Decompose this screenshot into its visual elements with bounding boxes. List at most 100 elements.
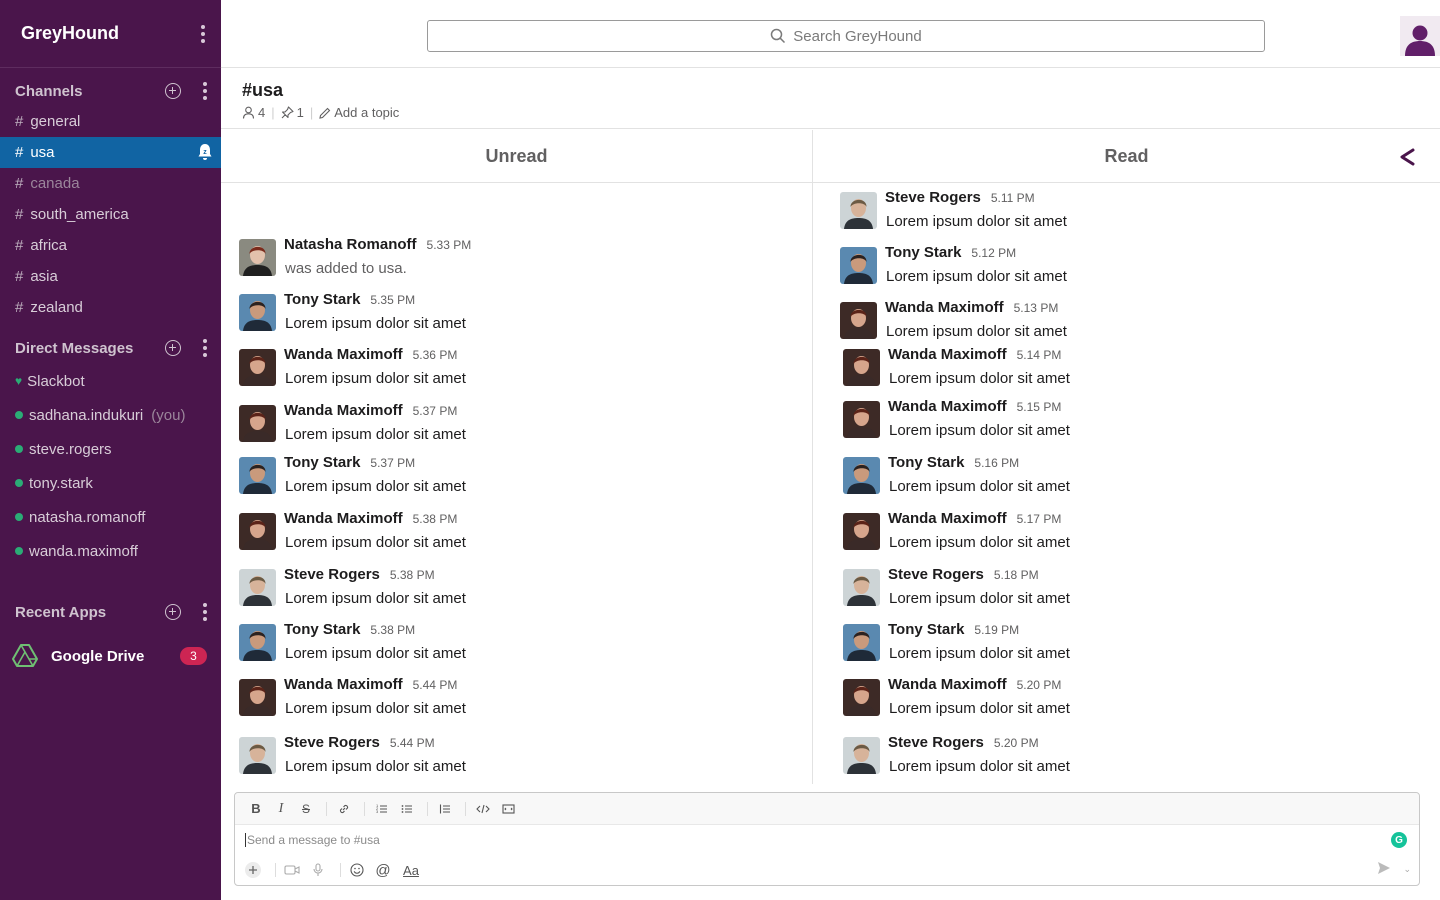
message-time[interactable]: 5.20 PM — [994, 736, 1039, 750]
text-style-icon[interactable]: Aa — [399, 860, 423, 880]
blockquote-icon[interactable] — [434, 798, 456, 820]
ordered-list-icon[interactable]: 123 — [371, 798, 393, 820]
attach-plus-icon[interactable] — [243, 860, 263, 880]
sidebar-dm-steve-rogers[interactable]: steve.rogers — [0, 432, 221, 466]
author-avatar[interactable] — [239, 405, 276, 442]
add-app-icon[interactable] — [165, 604, 181, 620]
message-time[interactable]: 5.18 PM — [994, 568, 1039, 582]
search-input[interactable]: Search GreyHound — [427, 20, 1265, 52]
message-time[interactable]: 5.15 PM — [1017, 400, 1062, 414]
message-time[interactable]: 5.17 PM — [1017, 512, 1062, 526]
send-options-chevron-icon[interactable]: ⌄ — [1403, 864, 1411, 875]
send-icon[interactable] — [1377, 861, 1391, 880]
video-icon[interactable] — [282, 860, 302, 880]
message-time[interactable]: 5.14 PM — [1017, 348, 1062, 362]
author-name[interactable]: Tony Stark — [284, 454, 360, 471]
sidebar-channel-canada[interactable]: # canada — [0, 168, 221, 199]
emoji-icon[interactable] — [347, 860, 367, 880]
message-time[interactable]: 5.38 PM — [390, 568, 435, 582]
sidebar-dm-sadhana-indukuri[interactable]: sadhana.indukuri (you) — [0, 398, 221, 432]
code-icon[interactable] — [472, 798, 494, 820]
grammarly-icon[interactable]: G — [1391, 832, 1407, 848]
recent-apps-title[interactable]: Recent Apps — [15, 604, 165, 621]
sidebar-dm-tony-stark[interactable]: tony.stark — [0, 466, 221, 500]
sidebar-channel-general[interactable]: # general — [0, 106, 221, 137]
author-name[interactable]: Tony Stark — [284, 291, 360, 308]
mention-icon[interactable]: @ — [373, 860, 393, 880]
sidebar-channel-asia[interactable]: # asia — [0, 261, 221, 292]
add-dm-icon[interactable] — [165, 340, 181, 356]
microphone-icon[interactable] — [308, 860, 328, 880]
author-avatar[interactable] — [239, 624, 276, 661]
sidebar-channel-south_america[interactable]: # south_america — [0, 199, 221, 230]
author-name[interactable]: Tony Stark — [284, 621, 360, 638]
message-time[interactable]: 5.37 PM — [370, 456, 415, 470]
author-name[interactable]: Steve Rogers — [888, 566, 984, 583]
message-time[interactable]: 5.11 PM — [991, 191, 1035, 205]
apps-menu-icon[interactable] — [199, 602, 211, 622]
author-name[interactable]: Tony Stark — [888, 621, 964, 638]
sidebar-channel-africa[interactable]: # africa — [0, 230, 221, 261]
author-avatar[interactable] — [843, 457, 880, 494]
author-name[interactable]: Natasha Romanoff — [284, 236, 417, 253]
author-name[interactable]: Wanda Maximoff — [888, 398, 1007, 415]
channels-title[interactable]: Channels — [15, 83, 165, 100]
author-name[interactable]: Steve Rogers — [284, 566, 380, 583]
author-avatar[interactable] — [843, 679, 880, 716]
strikethrough-icon[interactable]: S — [295, 798, 317, 820]
dm-menu-icon[interactable] — [199, 338, 211, 358]
author-name[interactable]: Steve Rogers — [284, 734, 380, 751]
sidebar-dm-wanda-maximoff[interactable]: wanda.maximoff — [0, 534, 221, 568]
message-time[interactable]: 5.19 PM — [974, 623, 1019, 637]
message-time[interactable]: 5.20 PM — [1017, 678, 1062, 692]
author-avatar[interactable] — [239, 737, 276, 774]
app-item-google-drive[interactable]: Google Drive 3 — [0, 636, 221, 676]
author-avatar[interactable] — [239, 349, 276, 386]
user-avatar-icon[interactable] — [1400, 16, 1440, 56]
author-avatar[interactable] — [843, 624, 880, 661]
author-avatar[interactable] — [239, 294, 276, 331]
workspace-menu-icon[interactable] — [197, 24, 209, 44]
message-time[interactable]: 5.37 PM — [413, 404, 458, 418]
code-block-icon[interactable] — [497, 798, 519, 820]
sidebar-dm-natasha-romanoff[interactable]: natasha.romanoff — [0, 500, 221, 534]
message-time[interactable]: 5.38 PM — [370, 623, 415, 637]
pin-count[interactable]: 1 — [297, 105, 304, 120]
notification-bell-icon[interactable]: z — [197, 143, 213, 161]
author-name[interactable]: Wanda Maximoff — [888, 676, 1007, 693]
italic-icon[interactable]: I — [270, 798, 292, 820]
author-name[interactable]: Wanda Maximoff — [284, 402, 403, 419]
message-time[interactable]: 5.44 PM — [413, 678, 458, 692]
member-count[interactable]: 4 — [258, 105, 265, 120]
author-name[interactable]: Wanda Maximoff — [284, 676, 403, 693]
author-avatar[interactable] — [239, 569, 276, 606]
message-time[interactable]: 5.35 PM — [370, 293, 415, 307]
add-channel-icon[interactable] — [165, 83, 181, 99]
message-input[interactable]: Send a message to #usa G — [235, 825, 1419, 855]
message-time[interactable]: 5.36 PM — [413, 348, 458, 362]
author-avatar[interactable] — [843, 737, 880, 774]
author-name[interactable]: Tony Stark — [888, 454, 964, 471]
sidebar-channel-zealand[interactable]: # zealand — [0, 292, 221, 323]
sidebar-dm-slackbot[interactable]: ♥ Slackbot — [0, 364, 221, 398]
author-avatar[interactable] — [239, 679, 276, 716]
author-avatar[interactable] — [239, 457, 276, 494]
author-avatar[interactable] — [239, 239, 276, 276]
author-avatar[interactable] — [843, 513, 880, 550]
author-avatar[interactable] — [843, 569, 880, 606]
author-avatar[interactable] — [239, 513, 276, 550]
author-avatar[interactable] — [840, 192, 877, 229]
collapse-chevron-icon[interactable] — [1399, 148, 1415, 166]
author-name[interactable]: Steve Rogers — [888, 734, 984, 751]
author-name[interactable]: Steve Rogers — [885, 189, 981, 206]
message-time[interactable]: 5.13 PM — [1014, 301, 1059, 315]
workspace-header[interactable]: GreyHound — [0, 0, 221, 68]
author-name[interactable]: Wanda Maximoff — [888, 346, 1007, 363]
message-time[interactable]: 5.44 PM — [390, 736, 435, 750]
sidebar-channel-usa[interactable]: # usa z — [0, 137, 221, 168]
author-name[interactable]: Wanda Maximoff — [284, 510, 403, 527]
author-name[interactable]: Wanda Maximoff — [885, 299, 1004, 316]
author-avatar[interactable] — [843, 401, 880, 438]
message-time[interactable]: 5.16 PM — [974, 456, 1019, 470]
author-avatar[interactable] — [840, 247, 877, 284]
